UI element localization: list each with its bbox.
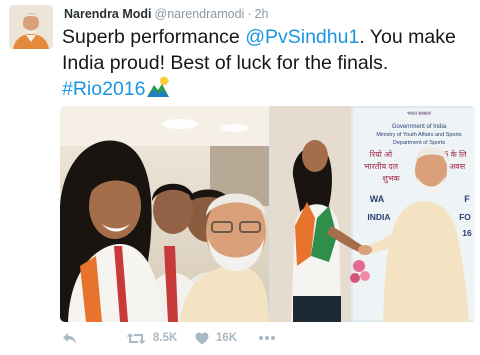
tweet-text-part: Superb performance	[62, 26, 246, 48]
reply-icon	[62, 332, 77, 345]
retweet-count: 8.5K	[153, 332, 178, 344]
rio2016-emoji-icon	[146, 76, 170, 98]
sign-line: भारतीय दल	[364, 161, 399, 171]
photo-selfie[interactable]	[60, 106, 269, 322]
sign-line: FO	[459, 212, 471, 222]
sign-line: Department of Sports	[393, 140, 446, 146]
avatar[interactable]	[9, 5, 53, 49]
more-button[interactable]	[258, 330, 276, 346]
tweet-card: Narendra Modi @narendramodi · 2h Superb per…	[0, 0, 480, 355]
mention-link[interactable]: @PvSindhu1	[245, 26, 359, 48]
sign-line: WA	[370, 194, 385, 204]
sign-line: Government of India	[392, 124, 447, 130]
more-dots-icon	[258, 335, 276, 341]
hashtag-link[interactable]: #Rio2016	[62, 78, 145, 100]
author-handle[interactable]: @narendramodi	[155, 7, 245, 21]
sign-line: शुभक	[382, 174, 400, 184]
sign-line: भारत सरकार	[407, 111, 432, 117]
tweet-header: Narendra Modi @narendramodi · 2h	[64, 6, 268, 22]
tweet-timestamp[interactable]: 2h	[255, 7, 269, 21]
like-button[interactable]: 16K	[195, 330, 237, 346]
reply-button[interactable]	[62, 330, 77, 346]
sign-line: INDIA	[367, 212, 390, 222]
tweet-text: Superb performance @PvSindhu1. You make …	[62, 24, 474, 102]
header-separator: ·	[247, 7, 252, 21]
like-count: 16K	[216, 332, 238, 344]
sign-line: F	[464, 194, 470, 204]
retweet-button[interactable]: 8.5K	[126, 330, 177, 346]
heart-icon	[195, 332, 209, 345]
sign-line: 16	[462, 228, 472, 238]
author-name[interactable]: Narendra Modi	[64, 7, 152, 21]
sign-line: Ministry of Youth Affairs and Sports	[376, 132, 461, 138]
photo-handshake[interactable]: भारत सरकार Government of India Ministry …	[271, 106, 475, 322]
sign-line: रियो ओ	[370, 149, 393, 159]
tweet-media[interactable]: भारत सरकार Government of India Ministry …	[60, 106, 475, 322]
retweet-icon	[126, 332, 146, 345]
